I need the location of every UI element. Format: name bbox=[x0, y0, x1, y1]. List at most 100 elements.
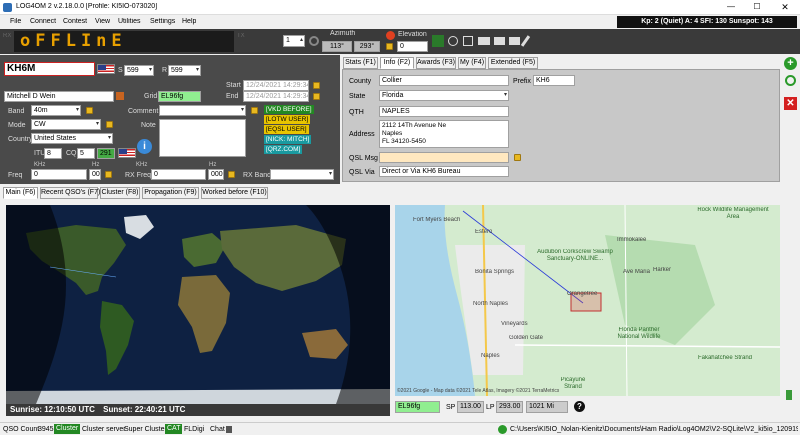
vfo-stepper[interactable]: 1 ▴ bbox=[283, 35, 305, 47]
grid-input[interactable]: EL96fg bbox=[158, 91, 201, 102]
minimize-button[interactable]: — bbox=[718, 0, 744, 15]
pen-icon[interactable] bbox=[520, 35, 531, 47]
tab-recent-qsos[interactable]: Recent QSO's (F7) bbox=[40, 187, 100, 199]
status-cluster-server[interactable]: Cluster server bbox=[82, 425, 126, 434]
status-cluster[interactable]: Cluster bbox=[54, 424, 81, 434]
band-lock-icon[interactable] bbox=[86, 107, 93, 114]
clear-qso-button[interactable]: ✕ bbox=[784, 97, 797, 110]
distance-field: 1021 Mi bbox=[526, 401, 568, 413]
rotator-stop-icon[interactable] bbox=[386, 31, 395, 40]
azimuth-long: 293° bbox=[354, 41, 380, 52]
tab-main[interactable]: Main (F6) bbox=[3, 187, 38, 199]
start-lock-icon[interactable] bbox=[313, 82, 320, 89]
freq-hz-input[interactable]: 000 bbox=[89, 169, 101, 180]
info-panel: County Collier Prefix KH6 State Florida ▾… bbox=[342, 69, 780, 182]
tab-extended[interactable]: Extended (F5) bbox=[488, 57, 538, 69]
sp-label: SP bbox=[446, 404, 456, 411]
rxfreq-hz-input[interactable]: 000 bbox=[208, 169, 224, 180]
menu-connect[interactable]: Connect bbox=[30, 18, 56, 25]
name-input[interactable]: Mitchell D Wein bbox=[4, 91, 114, 102]
country-select[interactable]: United States ▾ bbox=[31, 133, 113, 144]
state-select[interactable]: Florida ▾ bbox=[379, 90, 509, 101]
menu-settings[interactable]: Settings bbox=[150, 18, 175, 25]
freq-khz-input[interactable]: 0 bbox=[31, 169, 87, 180]
add-qso-button[interactable]: + bbox=[784, 57, 797, 70]
callsign-input[interactable]: KH6M bbox=[4, 62, 95, 76]
world-map-graphic bbox=[6, 205, 390, 404]
rst-sent-select[interactable]: 599 ▾ bbox=[124, 65, 154, 76]
freq-label: Freq bbox=[8, 172, 23, 179]
qslmsg-lock-icon[interactable] bbox=[514, 154, 521, 161]
rxfreq-lock-icon[interactable] bbox=[228, 171, 235, 178]
elevation-lock-icon[interactable] bbox=[386, 43, 393, 50]
cq-select[interactable]: 5 bbox=[77, 148, 95, 159]
refresh-icon[interactable] bbox=[785, 75, 796, 86]
network-icon[interactable] bbox=[463, 36, 473, 46]
start-label: Start bbox=[226, 82, 241, 89]
itu-select[interactable]: 8 bbox=[44, 148, 62, 159]
lp-field: 293.00 bbox=[496, 401, 523, 413]
address-line-3: FL 34120-5450 bbox=[382, 138, 426, 145]
badge-worked-before: [VKD BEFORE] bbox=[264, 105, 314, 114]
map-label: Fakahatchee Strand bbox=[697, 355, 753, 361]
sun-times-bar: Sunrise: 12:10:50 UTC Sunset: 22:40:21 U… bbox=[6, 404, 390, 416]
info-icon[interactable]: i bbox=[137, 139, 152, 154]
band-select[interactable]: 40m ▾ bbox=[31, 105, 81, 116]
status-chat[interactable]: Chat bbox=[210, 425, 225, 434]
comment-lock-icon[interactable] bbox=[251, 107, 258, 114]
menu-contest[interactable]: Contest bbox=[63, 18, 87, 25]
map-label: Florida Panther National Wildlife bbox=[617, 327, 661, 340]
tab-propagation[interactable]: Propagation (F9) bbox=[142, 187, 199, 199]
speaker-icon[interactable] bbox=[226, 426, 232, 433]
menu-bar: File Connect Contest View Utilities Sett… bbox=[0, 15, 800, 29]
menu-utilities[interactable]: Utilities bbox=[118, 18, 141, 25]
qslmsg-input[interactable] bbox=[379, 152, 509, 163]
comment-input[interactable]: ▾ bbox=[159, 105, 246, 116]
menu-file[interactable]: File bbox=[10, 18, 21, 25]
tab-info[interactable]: Info (F2) bbox=[380, 57, 414, 69]
rxfreq-label: RX Freq bbox=[125, 172, 152, 179]
rst-rcvd-select[interactable]: 599 ▾ bbox=[168, 65, 201, 76]
tab-cluster[interactable]: Cluster (F8) bbox=[100, 187, 140, 199]
antenna-icon[interactable] bbox=[432, 35, 444, 47]
freq-lock-icon[interactable] bbox=[105, 171, 112, 178]
qso-count-value: 3945 bbox=[38, 426, 54, 433]
world-map[interactable] bbox=[6, 205, 390, 404]
rxfreq-khz-input[interactable]: 0 bbox=[151, 169, 206, 180]
mode-lock-icon[interactable] bbox=[106, 121, 113, 128]
start-time-input[interactable]: 12/24/2021 14:29:34 bbox=[243, 80, 309, 91]
window-title: LOG4OM 2 v.2.18.0.0 [Profile: KI5IO-0730… bbox=[16, 3, 158, 10]
close-button[interactable]: ✕ bbox=[770, 0, 800, 15]
elevation-input[interactable]: 0 bbox=[397, 41, 428, 52]
status-cat[interactable]: CAT bbox=[165, 424, 183, 434]
gear-icon[interactable] bbox=[309, 36, 319, 46]
tab-awards[interactable]: Awards (F3) bbox=[416, 57, 456, 69]
tab-my[interactable]: My (F4) bbox=[458, 57, 486, 69]
end-lock-icon[interactable] bbox=[313, 93, 320, 100]
map-label: Vineyards bbox=[501, 321, 528, 327]
mode-select[interactable]: CW ▾ bbox=[31, 119, 101, 130]
menu-help[interactable]: Help bbox=[182, 18, 196, 25]
map-label: Audubon Corkscrew Swamp Sanctuary-ONLINE… bbox=[537, 249, 613, 262]
note-textarea[interactable] bbox=[159, 119, 246, 157]
local-map[interactable]: Fort Myers Beach Estero Immokalee Bonita… bbox=[395, 205, 780, 396]
card-icon[interactable] bbox=[509, 37, 520, 45]
help-icon[interactable]: ? bbox=[574, 401, 585, 412]
mode-label: Mode bbox=[8, 122, 26, 129]
satellite-icon[interactable] bbox=[478, 37, 490, 45]
rxband-select[interactable]: ▾ bbox=[270, 169, 334, 180]
grid-label: Grid bbox=[144, 93, 158, 100]
status-fldigi[interactable]: FLDigi bbox=[184, 425, 204, 434]
rig-icon[interactable] bbox=[494, 37, 505, 45]
lp-label: LP bbox=[486, 404, 495, 411]
menu-view[interactable]: View bbox=[95, 18, 110, 25]
maximize-button[interactable]: ☐ bbox=[744, 0, 770, 15]
status-super-cluster[interactable]: Super Cluster bbox=[124, 425, 167, 434]
map-label: North Naples bbox=[473, 301, 509, 307]
tab-stats[interactable]: Stats (F1) bbox=[343, 57, 378, 69]
globe-icon[interactable] bbox=[448, 36, 458, 46]
end-time-input[interactable]: 12/24/2021 14:29:34 bbox=[243, 91, 309, 102]
tab-worked-before[interactable]: Worked before (F10) bbox=[201, 187, 268, 199]
r-label: R bbox=[162, 67, 168, 74]
name-lookup-icon[interactable] bbox=[116, 92, 124, 100]
